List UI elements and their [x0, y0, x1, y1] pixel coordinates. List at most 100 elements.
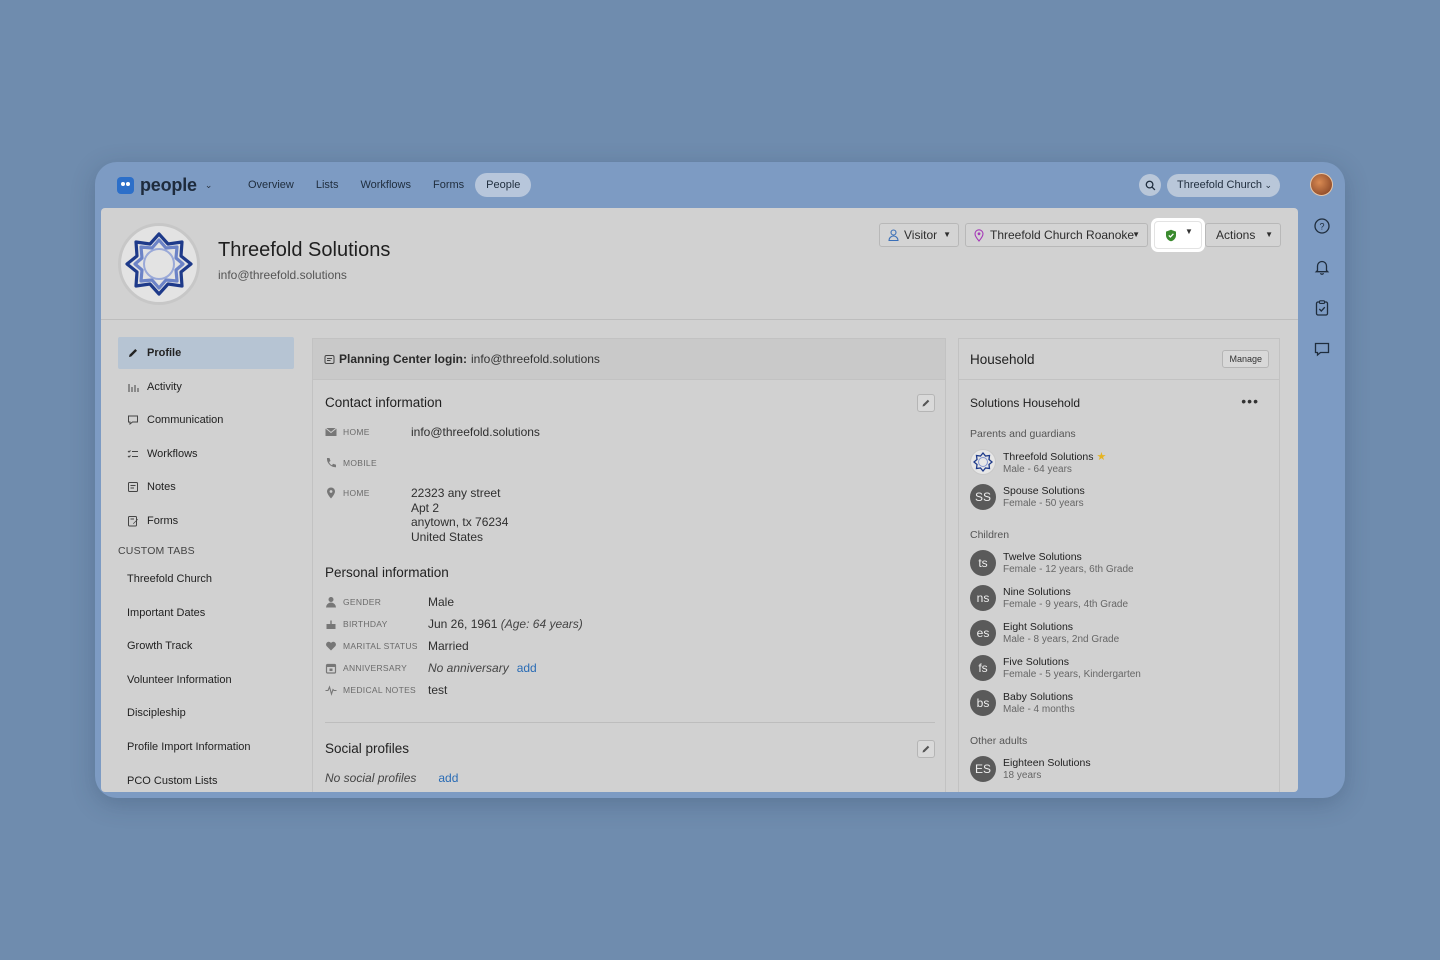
section-divider	[325, 722, 935, 723]
personal-title: Personal information	[325, 565, 449, 580]
other-adults-heading: Other adults	[970, 735, 1028, 747]
custom-tab-volunteer-information[interactable]: Volunteer Information	[118, 664, 294, 696]
birthday-date: Jun 26, 1961	[428, 617, 498, 631]
org-switcher-button[interactable]: Threefold Church ⌄	[1167, 174, 1280, 197]
address-block: 22323 any street Apt 2 anytown, tx 76234…	[411, 486, 508, 544]
household-name[interactable]: Solutions Household	[970, 396, 1080, 410]
member-name: Nine Solutions	[1003, 586, 1071, 598]
household-member[interactable]: ts Twelve Solutions Female - 12 years, 6t…	[970, 550, 1134, 576]
sidebar-item-label: Workflows	[147, 447, 198, 460]
login-icon	[324, 354, 335, 364]
member-details: Female - 50 years	[1003, 498, 1084, 509]
nav-people[interactable]: People	[475, 173, 532, 197]
forms-icon	[128, 515, 138, 527]
person-icon	[326, 597, 336, 608]
address-label: HOME	[343, 488, 370, 498]
marital-value: Married	[428, 639, 469, 653]
chevron-down-icon: ⌄	[204, 180, 213, 190]
member-avatar: bs	[970, 690, 996, 716]
bell-icon[interactable]	[1313, 258, 1331, 276]
marital-label: MARITAL STATUS	[343, 641, 418, 651]
custom-tab-profile-import[interactable]: Profile Import Information	[118, 731, 294, 763]
search-button[interactable]	[1139, 174, 1161, 196]
profile-avatar[interactable]	[118, 223, 200, 305]
pencil-icon	[129, 349, 137, 357]
edit-contact-button[interactable]	[917, 394, 935, 412]
app-name: people	[140, 175, 197, 195]
edit-social-button[interactable]	[917, 740, 935, 758]
custom-tab-discipleship[interactable]: Discipleship	[118, 697, 294, 729]
sidebar-item-label: Communication	[147, 414, 224, 427]
contact-email[interactable]: info@threefold.solutions	[411, 425, 540, 440]
member-name-row: Threefold Solutions ★	[1003, 450, 1106, 463]
household-member[interactable]: Threefold Solutions ★ Male - 64 years	[970, 449, 1106, 475]
contact-address-row: HOME 22323 any street Apt 2 anytown, tx …	[325, 486, 508, 544]
birthday-row: BIRTHDAY Jun 26, 1961 (Age: 64 years)	[325, 617, 583, 632]
household-member[interactable]: ES Eighteen Solutions 18 years	[970, 756, 1091, 782]
household-header: Household Manage	[959, 339, 1279, 380]
login-bar: Planning Center login: info@threefold.so…	[313, 339, 945, 380]
member-avatar: fs	[970, 655, 996, 681]
household-member[interactable]: ns Nine Solutions Female - 9 years, 4th G…	[970, 585, 1128, 611]
custom-tabs-heading: CUSTOM TABS	[118, 544, 195, 557]
member-details: Female - 5 years, Kindergarten	[1003, 669, 1141, 680]
campus-label: Threefold Church Roanoke	[990, 228, 1135, 242]
chat-icon	[128, 415, 138, 426]
household-member[interactable]: SS Spouse Solutions Female - 50 years	[970, 484, 1085, 510]
nav-lists[interactable]: Lists	[305, 173, 350, 197]
actions-button[interactable]: Actions ▼	[1205, 223, 1281, 247]
member-name: Eight Solutions	[1003, 621, 1074, 633]
manage-household-button[interactable]: Manage	[1222, 350, 1269, 368]
sidebar-item-profile[interactable]: Profile	[118, 337, 294, 369]
gender-label: GENDER	[343, 597, 382, 607]
sidebar-item-forms[interactable]: Forms	[118, 505, 294, 537]
nav-forms[interactable]: Forms	[422, 173, 475, 197]
social-title: Social profiles	[325, 741, 410, 756]
member-name: Threefold Solutions	[1003, 450, 1094, 463]
shield-check-icon	[1166, 229, 1176, 242]
member-avatar: ES	[970, 756, 996, 782]
household-member[interactable]: bs Baby Solutions Male - 4 months	[970, 690, 1075, 716]
nav-overview[interactable]: Overview	[237, 173, 305, 197]
top-nav-bar: people ⌄ Overview Lists Workflows Forms …	[95, 162, 1345, 208]
sidebar-item-activity[interactable]: Activity	[118, 371, 294, 403]
app-window: people ⌄ Overview Lists Workflows Forms …	[95, 162, 1345, 798]
custom-tab-pco-custom-lists[interactable]: PCO Custom Lists	[118, 765, 294, 792]
add-social-link[interactable]: add	[438, 771, 458, 785]
member-name: Spouse Solutions	[1003, 485, 1085, 497]
sidebar-item-communication[interactable]: Communication	[118, 404, 294, 436]
app-switcher[interactable]: people ⌄	[117, 175, 212, 196]
membership-status-button[interactable]: Visitor ▼	[879, 223, 959, 247]
sidebar-item-notes[interactable]: Notes	[118, 471, 294, 503]
list-check-icon	[127, 449, 138, 458]
household-member[interactable]: fs Five Solutions Female - 5 years, Kinde…	[970, 655, 1141, 681]
social-empty: No social profiles	[325, 771, 417, 785]
add-anniversary-link[interactable]: add	[517, 661, 537, 675]
clipboard-check-icon[interactable]	[1313, 299, 1331, 317]
message-icon[interactable]	[1313, 340, 1331, 358]
member-avatar: SS	[970, 484, 996, 510]
help-icon[interactable]: ?	[1313, 217, 1331, 235]
more-options-icon[interactable]: •••	[1241, 393, 1259, 409]
age-value: (Age: 64 years)	[500, 617, 583, 631]
user-avatar[interactable]	[1310, 173, 1333, 196]
household-title: Household	[970, 351, 1035, 367]
main-nav: Overview Lists Workflows Forms People	[237, 173, 532, 197]
actions-label: Actions	[1216, 228, 1256, 242]
login-label: Planning Center login:	[339, 352, 467, 366]
heart-icon	[326, 641, 336, 651]
custom-tab-important-dates[interactable]: Important Dates	[118, 597, 294, 629]
campus-button[interactable]: Threefold Church Roanoke ▼	[965, 223, 1148, 247]
member-details: Male - 64 years	[1003, 463, 1072, 475]
profile-sidebar: Profile Activity Communication Workflows…	[118, 337, 294, 792]
household-member[interactable]: es Eight Solutions Male - 8 years, 2nd Gr…	[970, 620, 1119, 646]
nav-workflows[interactable]: Workflows	[349, 173, 422, 197]
sidebar-item-workflows[interactable]: Workflows	[118, 438, 294, 470]
permissions-button[interactable]: ▼	[1154, 221, 1202, 249]
member-avatar: ns	[970, 585, 996, 611]
member-avatar	[970, 449, 996, 475]
cake-icon	[326, 620, 336, 629]
custom-tab-threefold-church[interactable]: Threefold Church	[118, 563, 294, 595]
custom-tab-growth-track[interactable]: Growth Track	[118, 630, 294, 662]
anniversary-label: ANNIVERSARY	[343, 663, 408, 673]
